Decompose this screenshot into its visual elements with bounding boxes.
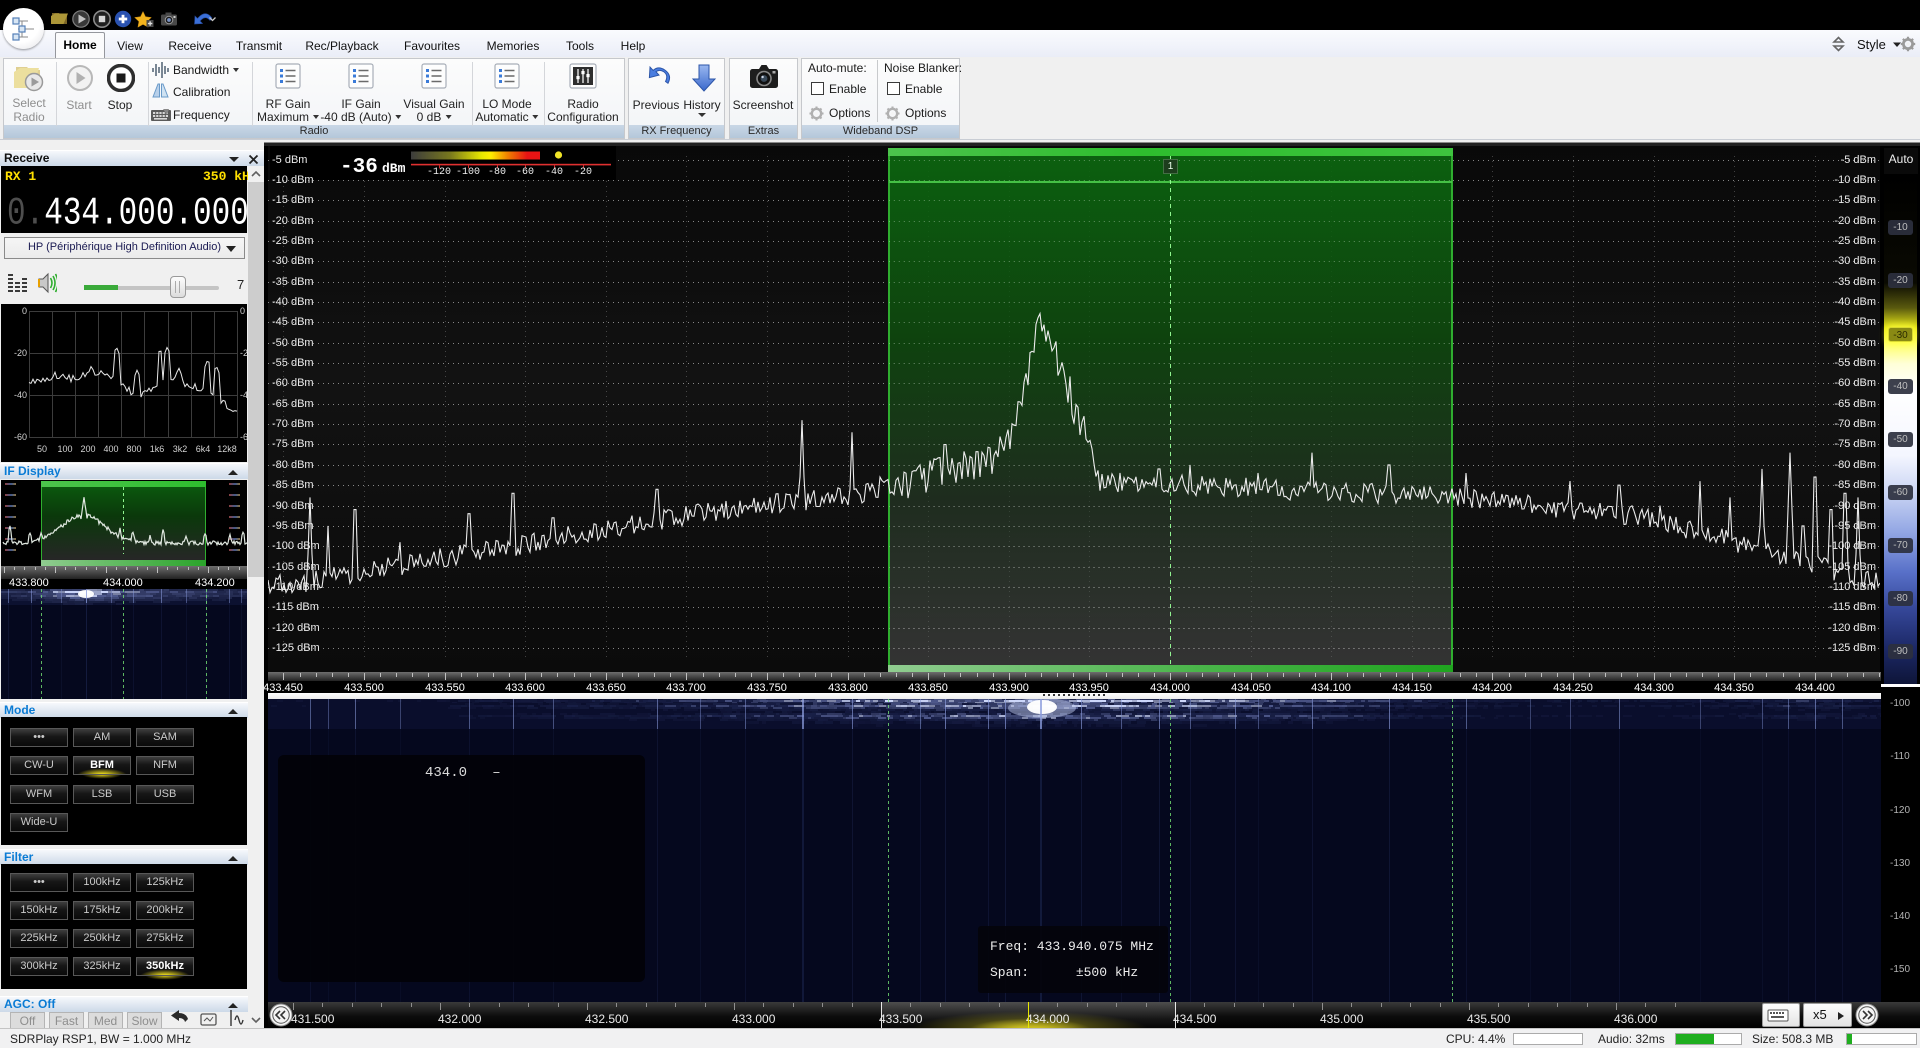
svg-text:Style: Style xyxy=(1857,37,1886,52)
